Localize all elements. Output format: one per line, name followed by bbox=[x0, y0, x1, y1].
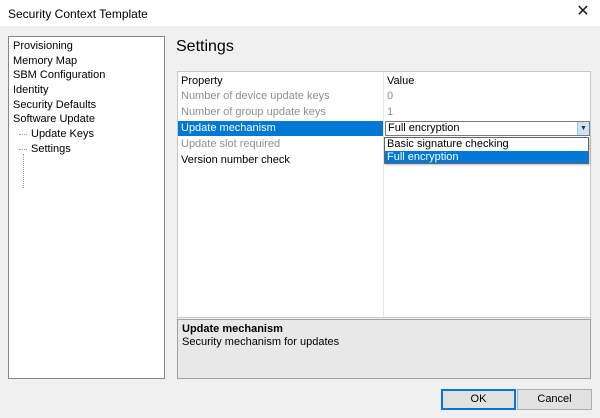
cancel-button[interactable]: Cancel bbox=[517, 389, 592, 410]
grid-header-row: Property Value bbox=[178, 74, 590, 89]
grid-header-property: Property bbox=[181, 75, 223, 87]
tree-item-software-update[interactable]: Software Update bbox=[9, 112, 164, 127]
dropdown-list: Basic signature checking Full encryption bbox=[384, 137, 589, 164]
grid-row[interactable]: Number of group update keys 1 bbox=[178, 105, 590, 120]
tree-item-identity[interactable]: Identity bbox=[9, 83, 164, 98]
dropdown-option-full-encryption[interactable]: Full encryption bbox=[385, 150, 588, 163]
title-bar: Security Context Template ✕ bbox=[0, 0, 600, 26]
property-name: Version number check bbox=[181, 154, 290, 166]
ok-button[interactable]: OK bbox=[441, 389, 516, 410]
property-name: Number of device update keys bbox=[181, 90, 330, 102]
close-icon[interactable]: ✕ bbox=[566, 0, 600, 26]
tree-item-update-keys[interactable]: Update Keys bbox=[9, 127, 164, 142]
description-text: Security mechanism for updates bbox=[182, 336, 340, 348]
property-name: Number of group update keys bbox=[181, 106, 326, 118]
description-panel: Update mechanism Security mechanism for … bbox=[177, 319, 591, 379]
property-value: 0 bbox=[387, 90, 394, 102]
tree-item-settings[interactable]: Settings bbox=[9, 142, 164, 157]
page-title: Settings bbox=[176, 38, 234, 55]
navigation-tree: Provisioning Memory Map SBM Configuratio… bbox=[8, 36, 165, 379]
tree-item-security-defaults[interactable]: Security Defaults bbox=[9, 98, 164, 113]
property-grid: Property Value Number of device update k… bbox=[177, 71, 591, 318]
chevron-down-icon[interactable]: ▼ bbox=[577, 122, 589, 135]
grid-row-selected[interactable]: Update mechanism Full encryption ▼ bbox=[178, 121, 590, 136]
grid-header-value: Value bbox=[387, 75, 415, 87]
property-value: 1 bbox=[387, 106, 394, 118]
update-mechanism-dropdown[interactable]: Full encryption ▼ bbox=[385, 121, 590, 136]
window-title: Security Context Template bbox=[8, 7, 148, 21]
tree-connector-line bbox=[23, 154, 24, 188]
dropdown-option-basic-signature-checking[interactable]: Basic signature checking bbox=[385, 138, 588, 151]
dropdown-selected-value: Full encryption bbox=[388, 122, 460, 134]
tree-item-memory-map[interactable]: Memory Map bbox=[9, 54, 164, 69]
property-name: Update mechanism bbox=[178, 121, 383, 136]
tree-item-provisioning[interactable]: Provisioning bbox=[9, 39, 164, 54]
property-name: Update slot required bbox=[181, 138, 281, 150]
description-title: Update mechanism bbox=[182, 323, 283, 335]
tree-item-sbm-configuration[interactable]: SBM Configuration bbox=[9, 68, 164, 83]
grid-row[interactable]: Number of device update keys 0 bbox=[178, 89, 590, 104]
